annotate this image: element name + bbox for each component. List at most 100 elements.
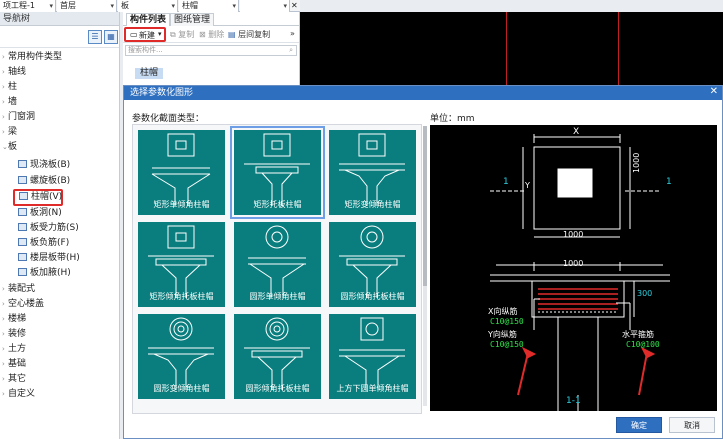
close-icon[interactable]: ✕: [710, 86, 718, 97]
tree-item[interactable]: › 轴线: [2, 65, 26, 80]
chevron-down-icon: ▾: [49, 2, 53, 10]
tree-subitem[interactable]: 螺旋板(B): [18, 174, 70, 189]
spiral-slab-icon: [18, 176, 27, 184]
shape-label: 圆形变倾角柱帽: [153, 384, 210, 393]
shape-label: 上方下圆单倾角柱帽: [336, 384, 409, 393]
search-input[interactable]: 搜索构件... ⌕: [125, 45, 297, 56]
type-combo[interactable]: 柱帽 ▾: [179, 0, 239, 12]
slab-hole-icon: [18, 208, 27, 216]
shape-label: 圆形倾角托板柱帽: [340, 292, 405, 301]
tree-item[interactable]: › 柱: [2, 80, 17, 95]
tree-item[interactable]: › 基础: [2, 357, 26, 372]
shape-thumb[interactable]: 矩形单倾角柱帽: [138, 130, 225, 215]
section-mark-right: 1: [666, 177, 672, 187]
tree-subitem[interactable]: 板加腋(H): [18, 266, 71, 281]
section-label-1-1: 1-1: [566, 396, 581, 406]
cancel-button[interactable]: 取消: [669, 417, 715, 433]
dim-1000-side: 1000: [632, 152, 641, 173]
haunch-icon: [18, 268, 27, 276]
shape-preview: X Y 1000 1000 1000 1 1 300 X向纵筋 C10@150 …: [430, 125, 717, 417]
project-combo-value: 项工程-1: [3, 1, 35, 10]
copy-button[interactable]: ⧉ 复制: [170, 29, 194, 40]
tree-item[interactable]: › 梁: [2, 125, 17, 140]
shape-gallery: 矩形单倾角柱帽 矩形托板柱帽 矩形变倾角柱帽 矩形倾角托板柱帽 圆形单倾角柱帽 …: [132, 124, 422, 414]
more-icon[interactable]: »: [290, 29, 295, 38]
panel-tabs: 构件列表 图纸管理: [123, 12, 299, 26]
tree-item[interactable]: › 门窗洞: [2, 110, 35, 125]
floor-combo-value: 首层: [60, 1, 76, 10]
top-toolbar: 项工程-1 ▾ 首层 ▾ 板 ▾ 柱帽 ▾ ▾ ✕: [0, 0, 300, 12]
project-combo[interactable]: 项工程-1 ▾: [0, 0, 56, 12]
shape-thumb[interactable]: 圆形变倾角柱帽: [138, 314, 225, 399]
grid-line: [506, 12, 507, 85]
section-mark-left: 1: [503, 177, 509, 187]
tree-item[interactable]: › 自定义: [2, 387, 35, 402]
type-combo-value: 柱帽: [182, 1, 198, 10]
tree-subitem[interactable]: 板受力筋(S): [18, 221, 79, 236]
tree-subitem[interactable]: 现浇板(B): [18, 158, 70, 173]
rebar-icon: [18, 223, 27, 231]
tree-subitem-column-cap[interactable]: 柱帽(V): [13, 189, 63, 206]
shape-thumb[interactable]: 圆形倾角托板柱帽: [329, 222, 416, 307]
layer-copy-button[interactable]: ▤ 层间复制: [228, 29, 270, 40]
shape-thumb[interactable]: 圆形倾角托板柱帽: [234, 314, 321, 399]
shape-thumb-selected[interactable]: 矩形托板柱帽: [230, 126, 325, 219]
column-cap-icon: [19, 192, 28, 200]
tree-item[interactable]: › 墙: [2, 95, 17, 110]
new-button[interactable]: ▭ 新建 ▾: [124, 27, 166, 42]
floor-combo[interactable]: 首层 ▾: [57, 0, 117, 12]
chevron-down-icon: ▾: [158, 30, 162, 38]
slab-icon: [18, 160, 27, 168]
close-icon[interactable]: ✕: [291, 0, 298, 12]
tree-subitem[interactable]: 板洞(N): [18, 206, 62, 221]
height-dim: 300: [637, 289, 653, 298]
y-rebar-spec: C10@150: [490, 340, 524, 349]
chevron-down-icon: ▾: [110, 2, 114, 10]
new-label: 新建: [139, 31, 155, 40]
component-list-panel: 构件列表 图纸管理 ▭ 新建 ▾ ⧉ 复制 ⊠ 删除 ▤ 层间复制 » 搜索构件…: [123, 12, 300, 85]
h-stirrup-spec: C10@100: [626, 340, 660, 349]
tree-item[interactable]: › 楼梯: [2, 312, 26, 327]
new-doc-icon: ▭: [130, 30, 138, 39]
list-item-selected[interactable]: 柱帽: [135, 68, 163, 79]
search-icon: ⌕: [289, 46, 293, 54]
shape-label: 矩形托板柱帽: [253, 200, 302, 209]
category-combo[interactable]: 板 ▾: [118, 0, 178, 12]
tree-item[interactable]: › 土方: [2, 342, 26, 357]
chevron-down-icon: ▾: [283, 2, 287, 10]
select-shape-dialog: 选择参数化图形 ✕ 参数化截面类型： 单位：mm 矩形单倾角柱帽 矩形托板柱帽 …: [123, 85, 723, 439]
shape-label: 圆形单倾角柱帽: [249, 292, 306, 301]
shape-label: 圆形倾角托板柱帽: [245, 384, 310, 393]
scrollbar-thumb[interactable]: [423, 126, 427, 286]
gallery-scrollbar[interactable]: [423, 126, 427, 406]
tree-item[interactable]: › 空心楼盖: [2, 297, 44, 312]
ok-button[interactable]: 确定: [616, 417, 662, 433]
tree-subitem[interactable]: 楼层板带(H): [18, 251, 80, 266]
extra-combo[interactable]: ▾: [240, 0, 290, 12]
neg-rebar-icon: [18, 238, 27, 246]
tree-item[interactable]: › 常用构件类型: [2, 50, 62, 65]
list-view-icon[interactable]: ☰: [88, 30, 102, 44]
nav-toolbar: ☰ ▦: [0, 26, 119, 48]
dim-1000-section: 1000: [563, 259, 584, 268]
h-stirrup-label: 水平箍筋: [622, 330, 654, 339]
shape-thumb[interactable]: 圆形单倾角柱帽: [234, 222, 321, 307]
tree-item[interactable]: › 装修: [2, 327, 26, 342]
tree-item[interactable]: › 装配式: [2, 282, 35, 297]
x-rebar-spec: C10@150: [490, 317, 524, 326]
navigation-tree-panel: 导航树 ☰ ▦ › 常用构件类型 › 轴线 › 柱 › 墙 › 门窗洞 › 梁 ⌄板 现浇板…: [0, 12, 120, 439]
tree-item-slab[interactable]: ⌄板: [2, 140, 17, 155]
grid-view-icon[interactable]: ▦: [104, 30, 118, 44]
category-combo-value: 板: [121, 1, 129, 10]
shape-thumb[interactable]: 矩形变倾角柱帽: [329, 130, 416, 215]
tab-drawing-manage[interactable]: 图纸管理: [170, 13, 215, 26]
shape-thumb[interactable]: 矩形倾角托板柱帽: [138, 222, 225, 307]
tree-subitem[interactable]: 板负筋(F): [18, 236, 69, 251]
tree-item[interactable]: › 其它: [2, 372, 26, 387]
tab-component-list[interactable]: 构件列表: [126, 13, 171, 26]
delete-button[interactable]: ⊠ 删除: [199, 29, 224, 40]
drawing-viewport[interactable]: [300, 12, 723, 85]
shape-thumb[interactable]: 上方下圆单倾角柱帽: [329, 314, 416, 399]
preview-drawing: [490, 134, 670, 417]
unit-label: 单位：mm: [430, 114, 475, 124]
